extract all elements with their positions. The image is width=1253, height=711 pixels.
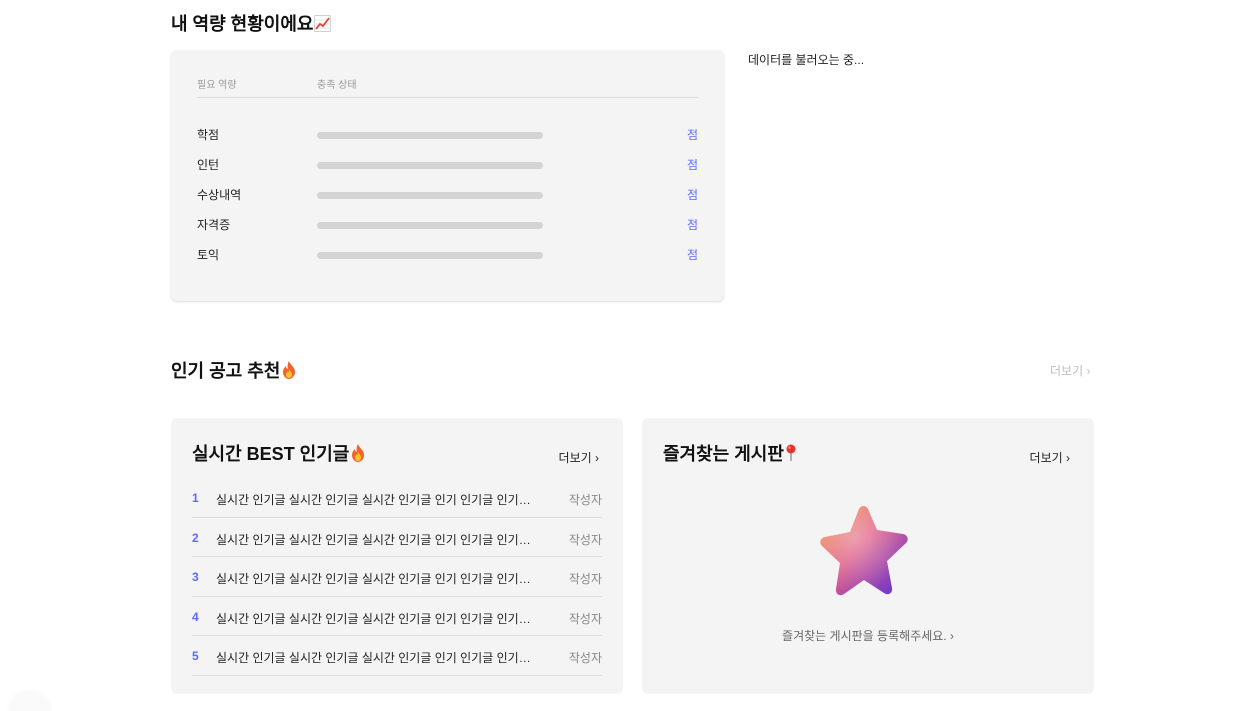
competency-score: 점	[686, 128, 698, 142]
post-rank: 2	[192, 530, 199, 545]
best-posts-list: 1 실시간 인기글 실시간 인기글 실시간 인기글 인기 인기글 인기 인기글 …	[192, 478, 602, 676]
competency-progress-bar	[317, 222, 543, 229]
competency-score: 점	[686, 218, 698, 232]
post-rank: 3	[192, 570, 199, 584]
header-required: 필요 역량	[197, 80, 237, 91]
competency-progress-bar	[317, 252, 543, 259]
post-title[interactable]: 실시간 인기글 실시간 인기글 실시간 인기글 인기 인기글 인기 인기글 인기	[216, 649, 532, 666]
popular-postings-title: 인기 공고 추천	[171, 357, 297, 384]
best-post-item[interactable]: 5 실시간 인기글 실시간 인기글 실시간 인기글 인기 인기글 인기 인기글 …	[192, 636, 602, 676]
favorite-boards-title: 즐겨찾는 게시판	[663, 440, 797, 467]
competency-score: 점	[686, 248, 698, 262]
best-post-item[interactable]: 2 실시간 인기글 실시간 인기글 실시간 인기글 인기 인기글 인기 인기글 …	[192, 518, 602, 557]
post-title[interactable]: 실시간 인기글 실시간 인기글 실시간 인기글 인기 인기글 인기 인기글 인기	[216, 531, 532, 548]
competency-row: 인턴 점	[197, 156, 698, 176]
competency-label: 자격증	[197, 218, 231, 232]
post-rank: 1	[192, 491, 199, 505]
competency-title: 내 역량 현황이에요	[171, 10, 332, 37]
fire-icon	[281, 361, 297, 384]
post-author: 작성자	[568, 493, 602, 507]
competency-score: 점	[686, 158, 698, 172]
best-posts-title: 실시간 BEST 인기글	[192, 440, 366, 467]
best-post-item[interactable]: 1 실시간 인기글 실시간 인기글 실시간 인기글 인기 인기글 인기 인기글 …	[192, 478, 602, 518]
competency-row: 수상내역 점	[197, 186, 698, 206]
competency-row: 학점 점	[197, 126, 698, 146]
competency-row: 토익 점	[197, 246, 698, 266]
post-author: 작성자	[568, 572, 602, 586]
best-post-item[interactable]: 3 실시간 인기글 실시간 인기글 실시간 인기글 인기 인기글 인기 인기글 …	[192, 557, 602, 597]
post-rank: 5	[192, 649, 199, 663]
loading-text: 데이터를 불러오는 중...	[748, 53, 865, 67]
star-icon	[819, 506, 913, 598]
post-title[interactable]: 실시간 인기글 실시간 인기글 실시간 인기글 인기 인기글 인기 인기글 인기	[216, 570, 532, 587]
favorite-boards-more-link[interactable]: 더보기 ›	[1030, 449, 1070, 466]
popular-more-link[interactable]: 더보기 ›	[1050, 362, 1090, 379]
best-posts-panel: 실시간 BEST 인기글 더보기 › 1 실시간 인기글 실시간 인기글 실시간…	[171, 418, 623, 694]
fire-icon	[350, 444, 366, 467]
competency-card: 필요 역량 충족 상태 학점 점 인턴 점 수상내역 점 자격증 점 토익 점	[171, 50, 724, 301]
competency-label: 인턴	[197, 158, 220, 172]
competency-progress-bar	[317, 132, 543, 139]
pin-icon	[785, 444, 797, 467]
best-post-item[interactable]: 4 실시간 인기글 실시간 인기글 실시간 인기글 인기 인기글 인기 인기글 …	[192, 597, 602, 636]
competency-progress-bar	[317, 162, 543, 169]
post-title[interactable]: 실시간 인기글 실시간 인기글 실시간 인기글 인기 인기글 인기 인기글 인기	[216, 610, 532, 627]
competency-label: 수상내역	[197, 188, 242, 202]
favorite-boards-empty-message[interactable]: 즐겨찾는 게시판을 등록해주세요. ›	[642, 627, 1094, 644]
competency-label: 학점	[197, 128, 220, 142]
header-status: 충족 상태	[317, 80, 357, 91]
best-posts-more-link[interactable]: 더보기 ›	[559, 449, 599, 466]
floating-button[interactable]	[10, 692, 50, 711]
competency-score: 점	[686, 188, 698, 202]
post-author: 작성자	[568, 611, 602, 626]
competency-progress-bar	[317, 192, 543, 199]
post-rank: 4	[192, 609, 199, 624]
post-title[interactable]: 실시간 인기글 실시간 인기글 실시간 인기글 인기 인기글 인기 인기글 인기	[216, 491, 532, 508]
chart-up-icon	[314, 15, 332, 37]
competency-table-header: 필요 역량 충족 상태	[197, 76, 698, 98]
competency-row: 자격증 점	[197, 216, 698, 236]
post-author: 작성자	[568, 651, 602, 665]
post-author: 작성자	[568, 532, 602, 547]
competency-label: 토익	[197, 248, 220, 262]
favorite-boards-panel: 즐겨찾는 게시판 더보기 › 즐겨찾는 게시판을 등록해주세요. ›	[642, 418, 1094, 694]
